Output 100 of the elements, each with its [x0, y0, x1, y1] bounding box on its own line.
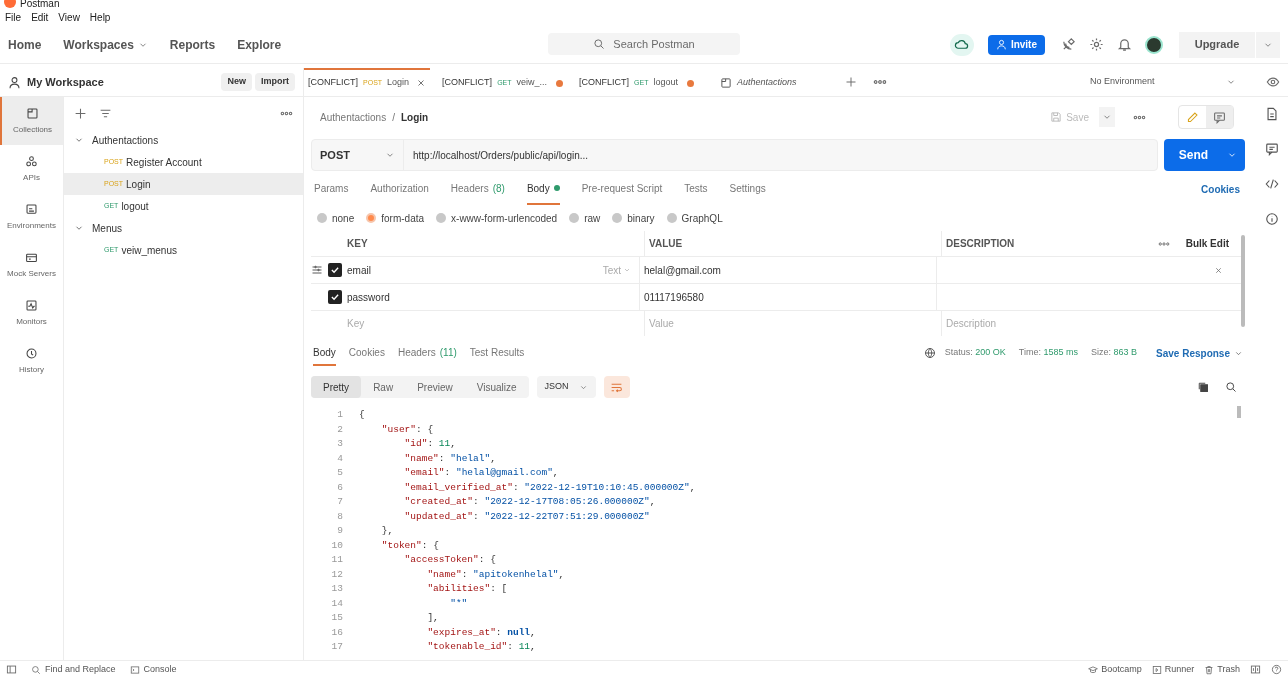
info-button[interactable]: [1264, 212, 1279, 226]
search-field[interactable]: Search Postman: [548, 33, 740, 55]
environment-icon: [25, 202, 38, 216]
line-number: 5: [336, 466, 344, 481]
menu-item[interactable]: Edit: [31, 9, 49, 25]
request-tab[interactable]: Authentactions: [705, 68, 841, 96]
cookies-link[interactable]: Cookies: [1201, 181, 1240, 197]
request-tab[interactable]: Pre-request Script: [581, 173, 663, 205]
send-button[interactable]: Send: [1164, 139, 1245, 171]
comment-icon: [1213, 110, 1226, 124]
copy-button[interactable]: [1197, 381, 1209, 393]
status-bar-button[interactable]: Find and Replace: [31, 662, 116, 677]
column-header: KEY: [347, 237, 369, 251]
invite-button[interactable]: Invite: [987, 34, 1045, 55]
search-button[interactable]: [1225, 381, 1237, 393]
format-select[interactable]: JSON: [536, 376, 596, 398]
response-meta-text: Status: 200 OK: [944, 346, 1006, 360]
notification-bell-button[interactable]: [1117, 37, 1132, 52]
tab-title: Login: [387, 76, 410, 90]
request-tab[interactable]: Params: [314, 173, 349, 205]
response-tab[interactable]: Headers (11): [397, 340, 457, 366]
status-bar-button[interactable]: Runner: [1151, 662, 1195, 677]
menu-item[interactable]: Help: [89, 9, 111, 25]
workspace-button[interactable]: Import: [255, 73, 295, 91]
body-type-radio[interactable]: x-www-form-urlencoded: [436, 210, 558, 226]
tab-title: veiw_...: [516, 76, 548, 90]
help-button[interactable]: [1271, 664, 1282, 675]
wrap-lines-button[interactable]: [603, 376, 630, 398]
status-bar-button[interactable]: Bootcamp: [1088, 662, 1142, 677]
sidebar-nav-item[interactable]: Monitors: [0, 289, 63, 337]
view-mode-tab[interactable]: Preview: [405, 376, 465, 398]
help-icon: [1271, 664, 1282, 675]
request-tab[interactable]: Body: [526, 173, 560, 205]
collection-folder[interactable]: Menus: [64, 217, 303, 239]
tab-title: Authentactions: [736, 76, 797, 90]
status-bar-button[interactable]: Console: [129, 662, 177, 677]
copy-icon: [1197, 381, 1209, 393]
workspace-button[interactable]: New: [221, 73, 252, 91]
sidebar-nav-item[interactable]: Mock Servers: [0, 241, 63, 289]
line-number: 8: [336, 509, 344, 524]
nav-link[interactable]: Home: [8, 35, 42, 54]
add-collection-button[interactable]: [74, 106, 87, 120]
body-type-radio[interactable]: binary: [612, 210, 655, 226]
documentation-button[interactable]: [1264, 107, 1279, 121]
settings-button[interactable]: [1089, 37, 1104, 52]
nav-link[interactable]: Workspaces: [63, 35, 148, 54]
response-tab[interactable]: Test Results: [469, 340, 525, 366]
satellite-button[interactable]: [1061, 37, 1076, 52]
tab-conflict-label: [CONFLICT]: [579, 76, 630, 90]
toggle-sidebar-button[interactable]: [6, 664, 17, 675]
view-mode-tab[interactable]: Raw: [361, 376, 406, 398]
menu-item[interactable]: File: [5, 9, 22, 25]
sidebar-nav-item[interactable]: APIs: [0, 145, 63, 193]
request-tab[interactable]: Tests: [684, 173, 708, 205]
two-pane-button[interactable]: [1250, 664, 1261, 675]
code-button[interactable]: [1264, 177, 1279, 191]
avatar-icon[interactable]: [1145, 35, 1163, 54]
nav-link[interactable]: Reports: [169, 35, 216, 54]
comment-mode-button[interactable]: [1206, 106, 1233, 128]
close-icon: [416, 78, 427, 88]
save-response-button[interactable]: Save Response: [1156, 345, 1243, 361]
sidebar-nav-item[interactable]: Collections: [0, 97, 63, 145]
sidebar-nav-item[interactable]: Environments: [0, 193, 63, 241]
body-type-radio[interactable]: none: [317, 210, 355, 226]
checkmark-icon: [330, 292, 340, 302]
response-tab[interactable]: Cookies: [348, 340, 385, 366]
user-icon: [8, 75, 21, 89]
body-type-radio[interactable]: form-data: [366, 210, 425, 226]
description-input[interactable]: Description: [941, 311, 1229, 336]
request-tab[interactable]: Headers (8): [450, 173, 505, 205]
body-type-radio[interactable]: GraphQL: [666, 210, 723, 226]
folder-icon: [719, 77, 732, 89]
code-line: "token": {: [380, 538, 439, 553]
response-tab[interactable]: Body: [313, 340, 336, 366]
checkmark-icon: [330, 265, 340, 275]
search-icon: [31, 664, 41, 675]
request-tab[interactable]: Settings: [729, 173, 766, 205]
key-input[interactable]: Key: [347, 311, 644, 336]
row-checkbox[interactable]: [328, 290, 342, 304]
value-input[interactable]: Value: [644, 311, 941, 336]
menu-item[interactable]: View: [58, 9, 80, 25]
search-icon: [593, 38, 606, 50]
view-mode-tab[interactable]: Pretty: [311, 376, 362, 398]
sidebar-nav-item[interactable]: History: [0, 337, 63, 385]
cloud-check-icon: [954, 37, 970, 52]
code-line: "*": [449, 596, 468, 611]
row-checkbox[interactable]: [328, 263, 342, 277]
bulk-edit-button[interactable]: Bulk Edit: [1185, 236, 1229, 251]
status-bar-button[interactable]: Trash: [1204, 662, 1240, 677]
collection-folder[interactable]: Authentactions: [64, 129, 303, 151]
environment-select[interactable]: No Environment: [1078, 68, 1248, 96]
comment-button[interactable]: [1264, 142, 1279, 156]
request-tab[interactable]: Authorization: [370, 173, 429, 205]
breadcrumb-link[interactable]: Authentactions: [320, 109, 387, 125]
view-mode-tab[interactable]: Visualize: [464, 376, 529, 398]
nav-link[interactable]: Explore: [237, 35, 282, 54]
upgrade-button[interactable]: Upgrade: [1179, 31, 1255, 58]
sync-status-button[interactable]: [949, 33, 974, 56]
code-line: "name": "helal",: [403, 451, 496, 466]
body-type-radio[interactable]: raw: [569, 210, 601, 226]
